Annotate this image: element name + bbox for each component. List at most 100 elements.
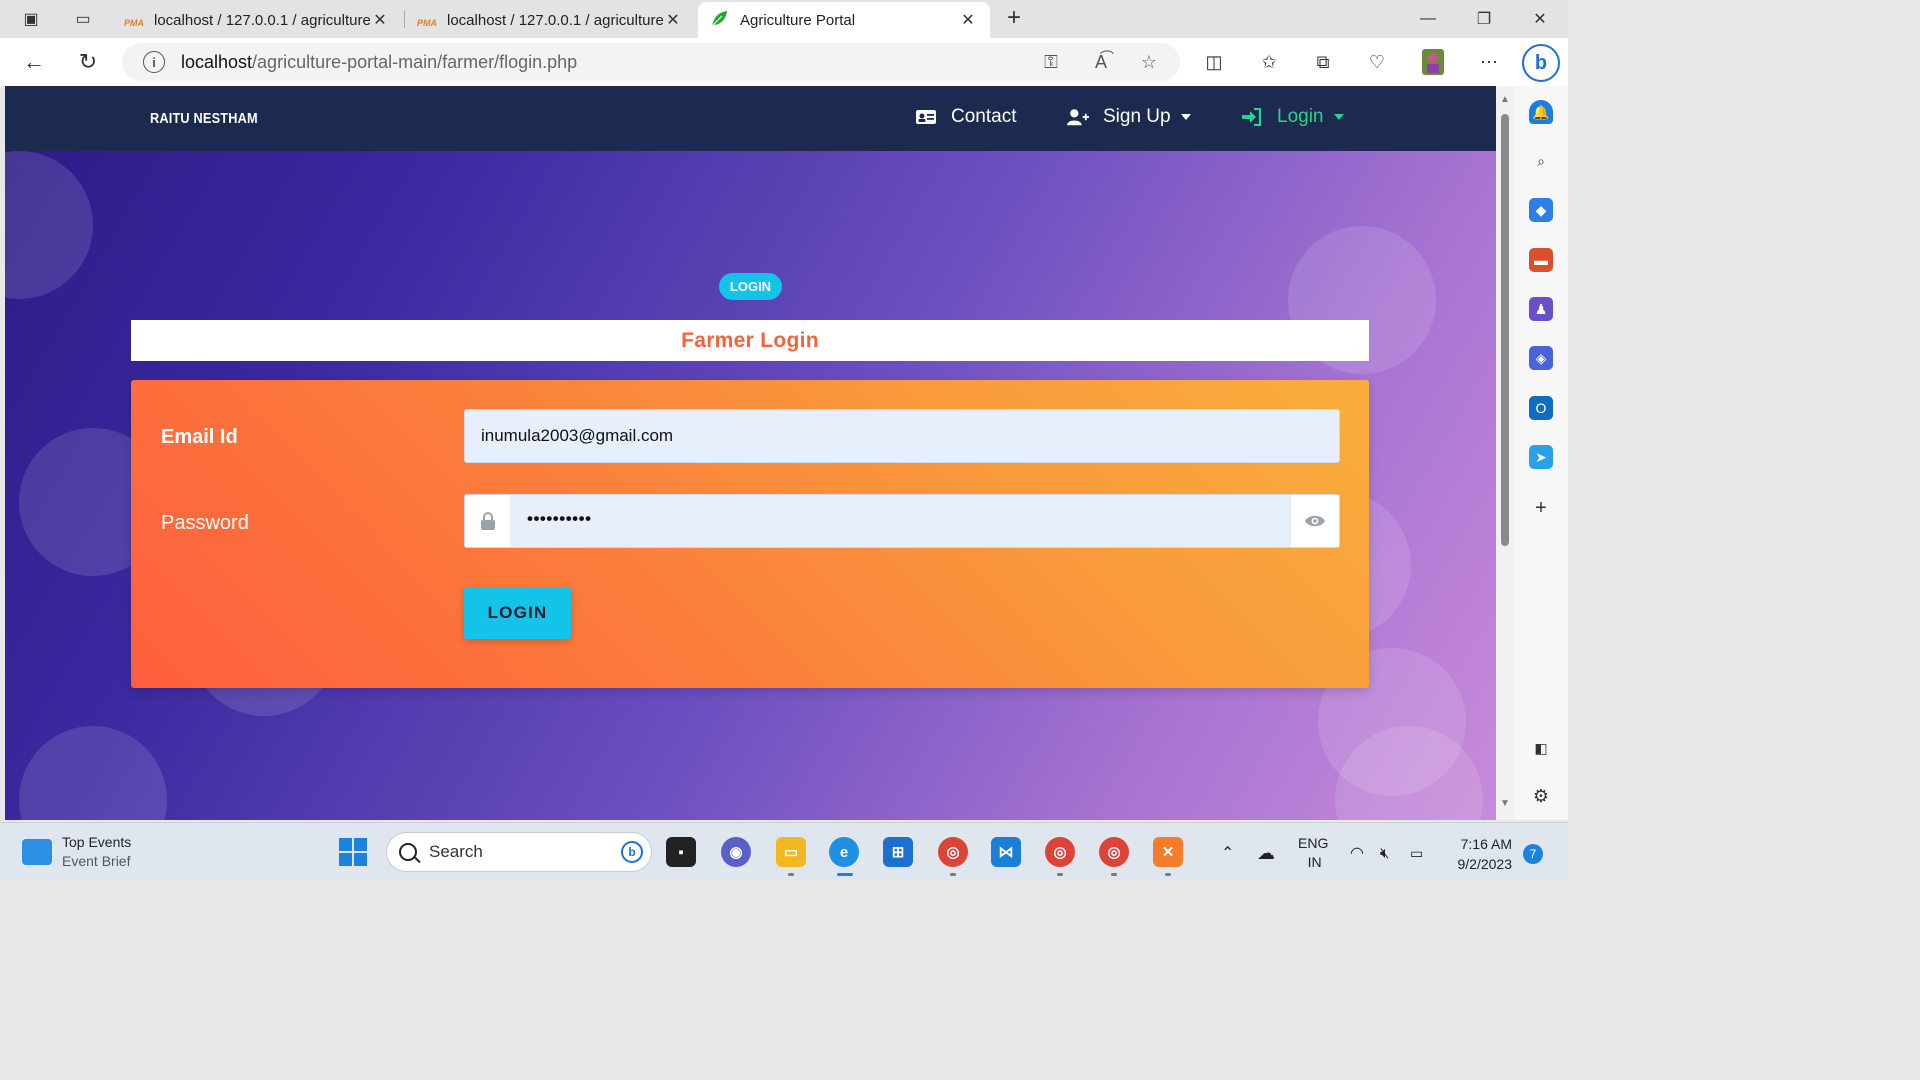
- phpmyadmin-icon: PMA: [417, 18, 437, 28]
- tab-title: localhost / 127.0.0.1 / agriculture: [447, 11, 663, 29]
- file-explorer-icon[interactable]: ▭: [776, 837, 806, 867]
- task-view-icon[interactable]: ▪: [666, 837, 696, 867]
- widgets-button[interactable]: Top Events Event Brief: [22, 833, 131, 871]
- chevron-down-icon: [1180, 114, 1191, 120]
- profile-avatar[interactable]: [1419, 48, 1447, 76]
- favorites-icon[interactable]: ✩: [1255, 48, 1283, 76]
- scrollbar-thumb[interactable]: [1501, 114, 1509, 546]
- taskbar-search[interactable]: Search b: [386, 832, 652, 872]
- edge-browser-icon[interactable]: e: [829, 837, 859, 867]
- tab-actions-icon[interactable]: ▭: [64, 0, 102, 38]
- decorative-bubble: [19, 726, 167, 820]
- favorite-star-icon[interactable]: ☆: [1138, 51, 1160, 73]
- url-bar[interactable]: i localhost/agriculture-portal-main/farm…: [122, 43, 1180, 81]
- address-toolbar: ← ↻ i localhost/agriculture-portal-main/…: [0, 38, 1568, 86]
- hide-sidebar-icon[interactable]: ◧: [1529, 736, 1553, 760]
- clock-time: 7:16 AM: [1460, 836, 1512, 852]
- read-aloud-icon[interactable]: A͡: [1090, 51, 1112, 73]
- more-options-icon[interactable]: ⋯: [1475, 48, 1503, 76]
- split-screen-icon[interactable]: ◫: [1200, 48, 1228, 76]
- nav-contact-label: Contact: [951, 106, 1017, 127]
- chrome-profile-1-icon[interactable]: ◎: [938, 837, 968, 867]
- restore-button[interactable]: ❐: [1456, 0, 1512, 38]
- add-sidebar-app-icon[interactable]: +: [1529, 496, 1553, 520]
- close-tab-icon[interactable]: ✕: [663, 10, 683, 30]
- close-window-button[interactable]: ✕: [1512, 0, 1568, 38]
- password-field[interactable]: ••••••••••: [464, 494, 1340, 548]
- xampp-icon[interactable]: ✕: [1153, 837, 1183, 867]
- url-text[interactable]: localhost/agriculture-portal-main/farmer…: [181, 52, 577, 73]
- shopping-tag-icon[interactable]: ◆: [1529, 198, 1553, 222]
- page-scrollbar[interactable]: ▲ ▼: [1496, 86, 1514, 820]
- scroll-up-arrow-icon[interactable]: ▲: [1500, 94, 1510, 105]
- workspaces-icon[interactable]: ▣: [12, 0, 50, 38]
- teams-chat-icon[interactable]: ◉: [721, 837, 751, 867]
- running-indicator: [1165, 873, 1171, 876]
- phpmyadmin-icon: PMA: [124, 18, 144, 28]
- region-code: IN: [1307, 854, 1322, 870]
- onedrive-cloud-icon[interactable]: ☁: [1257, 823, 1275, 883]
- games-icon[interactable]: ♟: [1529, 297, 1553, 321]
- tools-briefcase-icon[interactable]: ▬: [1529, 248, 1553, 272]
- running-indicator: [1057, 873, 1063, 876]
- web-page: RAITU NESTHAM Contact Sign Up Login LOGI…: [5, 86, 1496, 820]
- widget-title: Top Events: [62, 834, 132, 850]
- outlook-icon[interactable]: O: [1529, 396, 1553, 420]
- bing-copilot-button[interactable]: b: [1522, 44, 1560, 82]
- reload-button[interactable]: ↻: [72, 46, 104, 78]
- nav-login-label: Login: [1277, 106, 1324, 127]
- notification-count-badge[interactable]: 7: [1523, 844, 1543, 864]
- scroll-down-arrow-icon[interactable]: ▼: [1500, 798, 1510, 809]
- login-form: Email Id inumula2003@gmail.com Password …: [131, 380, 1369, 688]
- close-tab-icon[interactable]: ✕: [958, 10, 978, 30]
- site-brand[interactable]: RAITU NESTHAM: [150, 110, 258, 127]
- collections-icon[interactable]: ⧉: [1309, 48, 1337, 76]
- login-submit-button[interactable]: LOGIN: [464, 587, 571, 639]
- sign-in-icon: [1241, 107, 1263, 127]
- new-tab-button[interactable]: +: [1000, 4, 1028, 32]
- show-hidden-icons-chevron-icon[interactable]: ⌃: [1221, 823, 1234, 883]
- nav-contact[interactable]: Contact: [915, 106, 1016, 128]
- language-code: ENG: [1298, 835, 1329, 851]
- chrome-profile-2-icon[interactable]: ◎: [1045, 837, 1075, 867]
- microsoft-store-icon[interactable]: ⊞: [883, 837, 913, 867]
- browser-tab-agriculture-portal[interactable]: Agriculture Portal ✕: [698, 2, 990, 38]
- nav-signup-dropdown[interactable]: Sign Up: [1067, 106, 1191, 128]
- tab-title: Agriculture Portal: [740, 11, 856, 29]
- battery-icon[interactable]: ▭: [1410, 823, 1423, 883]
- browser-tab-phpmyadmin-2[interactable]: PMA localhost / 127.0.0.1 / agriculture …: [405, 2, 695, 38]
- chrome-profile-3-icon[interactable]: ◎: [1099, 837, 1129, 867]
- browser-essentials-icon[interactable]: ♡: [1363, 48, 1391, 76]
- windows-start-icon[interactable]: [339, 838, 367, 866]
- active-indicator: [837, 873, 853, 876]
- search-icon[interactable]: ⌕: [1529, 149, 1553, 173]
- browser-tab-bar: ▣ ▭ PMA localhost / 127.0.0.1 / agricult…: [0, 0, 1568, 38]
- chevron-down-icon: [1333, 114, 1344, 120]
- settings-gear-icon[interactable]: ⚙: [1529, 784, 1553, 808]
- close-tab-icon[interactable]: ✕: [370, 10, 390, 30]
- email-label: Email Id: [161, 426, 238, 448]
- browser-tab-phpmyadmin-1[interactable]: PMA localhost / 127.0.0.1 / agriculture …: [112, 2, 402, 38]
- show-password-eye-icon[interactable]: [1291, 495, 1339, 547]
- microsoft-365-icon[interactable]: ◈: [1529, 346, 1553, 370]
- widget-subtitle: Event Brief: [62, 853, 131, 869]
- email-field[interactable]: inumula2003@gmail.com: [464, 409, 1340, 463]
- nav-login-dropdown[interactable]: Login: [1241, 106, 1344, 128]
- language-indicator[interactable]: ENG IN: [1298, 823, 1328, 883]
- wifi-icon[interactable]: ◠: [1350, 823, 1364, 883]
- minimize-button[interactable]: —: [1400, 0, 1456, 38]
- system-clock[interactable]: 7:16 AM 9/2/2023: [1450, 834, 1513, 874]
- back-button[interactable]: ←: [18, 46, 50, 78]
- nav-signup-label: Sign Up: [1103, 106, 1171, 127]
- send-icon[interactable]: ➤: [1529, 445, 1553, 469]
- taskbar-search-placeholder: Search: [429, 842, 483, 861]
- key-icon[interactable]: ⚿: [1040, 51, 1062, 73]
- edge-sidebar: 🔔 ⌕ ◆ ▬ ♟ ◈ O ➤ + ◧ ⚙: [1514, 86, 1568, 820]
- vscode-icon[interactable]: ⋈: [991, 837, 1021, 867]
- volume-muted-icon[interactable]: 🔇︎: [1380, 823, 1389, 883]
- site-navbar: RAITU NESTHAM Contact Sign Up Login: [5, 86, 1496, 151]
- login-title-card: Farmer Login: [131, 320, 1369, 361]
- site-info-icon[interactable]: i: [143, 51, 165, 73]
- notification-bell-icon[interactable]: 🔔: [1529, 100, 1553, 124]
- decorative-bubble: [5, 151, 93, 299]
